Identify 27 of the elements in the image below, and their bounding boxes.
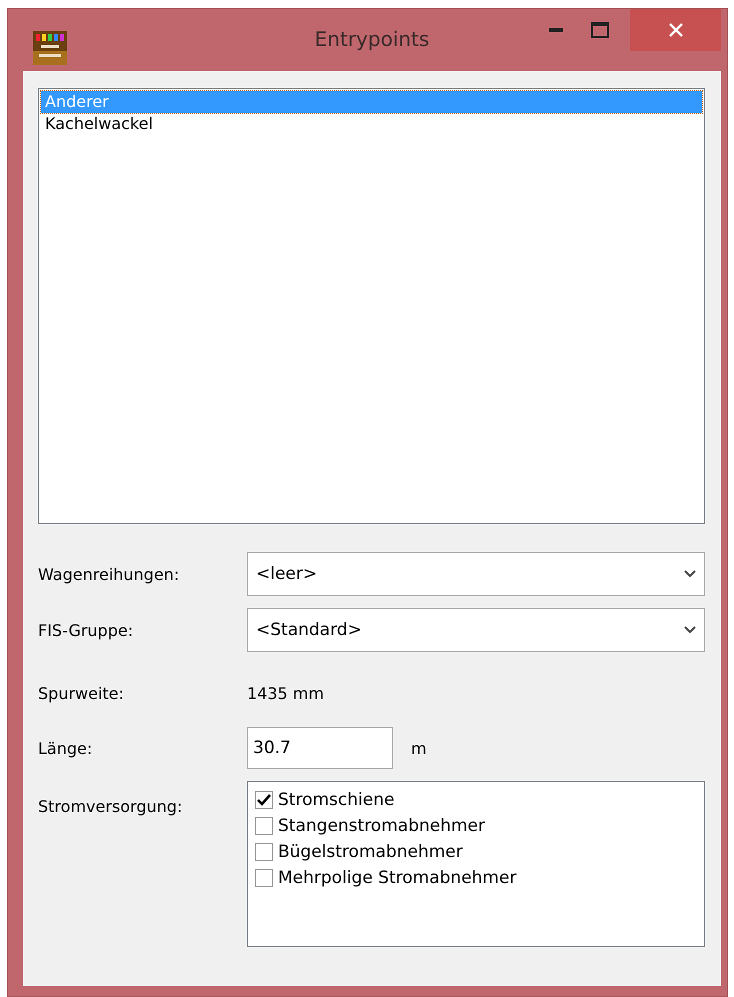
field-label: Spurweite: [38, 684, 125, 703]
checkbox-label: Mehrpolige Stromabnehmer [278, 868, 516, 888]
app-icon [33, 31, 67, 65]
checkbox[interactable] [255, 791, 273, 809]
checkbox-label: Bügelstromabnehmer [278, 842, 463, 862]
checkbox[interactable] [255, 843, 273, 861]
field-label: FIS-Gruppe: [38, 620, 134, 640]
close-icon [668, 22, 684, 38]
dropdown[interactable]: <Standard> [247, 608, 705, 652]
checkbox[interactable] [255, 817, 273, 835]
unit-label: m [411, 738, 427, 758]
field-label: Länge: [38, 738, 94, 758]
window-title: Entrypoints [314, 27, 430, 51]
close-button[interactable] [630, 9, 721, 51]
checkbox-label: Stangenstromabnehmer [278, 816, 485, 836]
list-item[interactable]: Kachelwackel [41, 113, 702, 135]
chevron-down-icon [684, 626, 696, 634]
field-label: Wagenreihungen: [38, 564, 180, 584]
chevron-down-icon [684, 570, 696, 578]
input-field[interactable]: 30.7 [247, 727, 393, 769]
checkbox-label: Stromschiene [278, 790, 394, 810]
field-value: 1435 mm [247, 684, 325, 703]
dropdown[interactable]: <leer> [247, 552, 705, 596]
minimize-icon [549, 28, 563, 32]
maximize-icon [591, 22, 609, 38]
field-label: Stromversorgung: [38, 797, 184, 816]
checkbox[interactable] [255, 869, 273, 887]
